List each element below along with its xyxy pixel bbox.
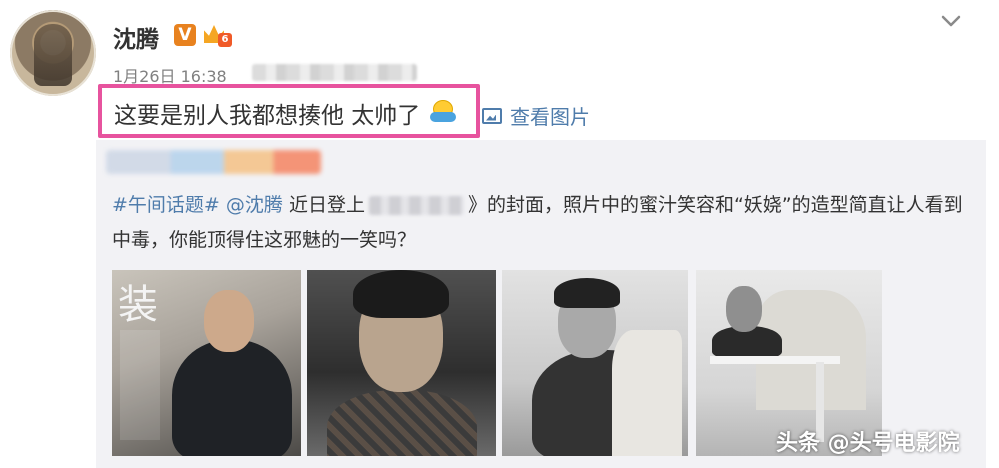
photo1-coat [172, 340, 292, 456]
photo-portrait-close-up[interactable] [307, 270, 496, 456]
photo2-hair [353, 270, 449, 318]
emoji-hands [430, 112, 456, 122]
username[interactable]: 沈腾 [113, 20, 159, 54]
blurred-repost-author [106, 150, 321, 174]
chevron-down-icon[interactable] [940, 10, 962, 32]
photo1-head [204, 290, 254, 352]
blurred-source [252, 64, 417, 81]
mention-link[interactable]: @沈腾 [226, 194, 283, 216]
photo-magazine-cover[interactable]: 装 [112, 270, 301, 456]
avatar-ring [10, 10, 96, 96]
photo4-head [726, 286, 762, 332]
verified-icon: V [174, 24, 196, 46]
vip-crown-icon[interactable]: 6 [204, 23, 232, 49]
photo-portrait-leaning[interactable] [502, 270, 688, 456]
photo2-coat [327, 390, 477, 456]
hug-emoji-icon [430, 98, 456, 124]
topic-tag[interactable]: #午间话题# [112, 194, 220, 216]
view-image-link[interactable]: 查看图片 [482, 101, 590, 130]
vip-level: 6 [218, 33, 232, 47]
repost-text-part1: 近日登上 [282, 194, 365, 216]
watermark: 头条 @头号电影院 [776, 431, 960, 456]
image-icon [482, 107, 502, 124]
cover-masthead: 装 [118, 282, 162, 328]
view-image-label: 查看图片 [510, 105, 590, 129]
post-text: 这要是别人我都想揍他 太帅了 [114, 103, 421, 129]
avatar[interactable] [10, 10, 96, 96]
repost-text: #午间话题# @沈腾 近日登上 》的封面，照片中的蜜汁笑容和“妖娆”的造型简直让人… [112, 188, 972, 258]
blurred-magazine-title [368, 196, 464, 215]
cover-text-block [120, 330, 160, 440]
photo3-hair [554, 278, 620, 308]
photo3-trench [612, 330, 682, 456]
